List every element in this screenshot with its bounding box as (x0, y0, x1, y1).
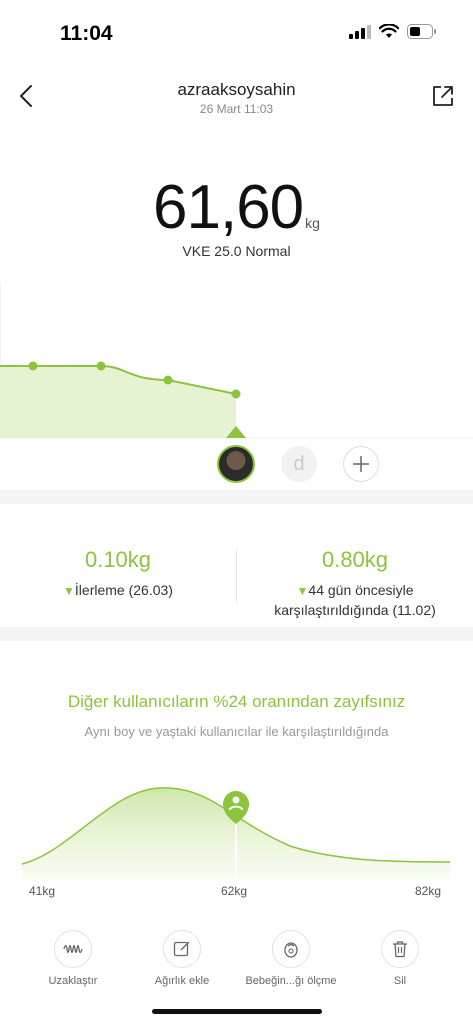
comparison-subtitle: Aynı boy ve yaştaki kullanıcılar ile kar… (84, 724, 389, 739)
action-bar: Uzaklaştır Ağırlık ekle Bebeğin...ğı ölç… (0, 930, 473, 1000)
status-time: 11:04 (60, 22, 113, 45)
battery-icon (407, 24, 436, 39)
edit-icon (173, 941, 190, 957)
down-triangle-icon: ▼ (63, 584, 75, 598)
weight-display: 61,60 kg (0, 172, 473, 243)
baby-weighing-button[interactable]: Bebeğin...ğı ölçme (236, 930, 346, 987)
comparison-title: Diğer kullanıcıların %24 oranından zayıf… (67, 692, 406, 711)
divider (0, 490, 473, 504)
comparison-label-line2: karşılaştırıldığında (11.02) (274, 602, 436, 618)
trend-point[interactable] (28, 361, 38, 371)
weight-value: 61,60 (153, 173, 304, 242)
share-button[interactable] (427, 80, 459, 112)
divider (0, 627, 473, 641)
home-indicator (152, 1009, 322, 1014)
user-name: azraaksoysahin (177, 80, 296, 99)
add-weight-label: Ağırlık ekle (154, 975, 210, 987)
user-selector: d (0, 444, 473, 488)
measurement-date: 26 Mart 11:03 (199, 102, 274, 116)
share-icon (433, 86, 453, 106)
user-avatar-d[interactable]: d (281, 446, 317, 482)
unassign-label: Uzaklaştır (48, 975, 98, 987)
baby-weighing-label: Bebeğin...ğı ölçme (245, 975, 337, 987)
trend-point[interactable] (231, 389, 241, 399)
progress-stat: 0.10kg ▼İlerleme (26.03) (0, 505, 236, 601)
add-user-button[interactable] (343, 446, 379, 482)
dist-min-label: 41kg (29, 884, 56, 898)
baby-icon (284, 942, 298, 958)
delete-button[interactable]: Sil (345, 930, 455, 987)
avatar[interactable] (217, 445, 255, 483)
trend-point[interactable] (96, 361, 106, 371)
weight-distribution-chart (21, 787, 451, 880)
weight-unit: kg (305, 215, 320, 231)
waveform-icon (63, 944, 83, 954)
comparison-stat: 0.80kg ▼44 gün öncesiyle karşılaştırıldı… (237, 505, 473, 620)
signal-icon (349, 24, 371, 39)
dist-mid-label: 62kg (221, 884, 248, 898)
progress-stats: 0.10kg ▼İlerleme (26.03) 0.80kg ▼44 gün … (0, 505, 473, 627)
dist-max-label: 82kg (415, 884, 442, 898)
comparison-label-line1: 44 gün öncesiyle (308, 582, 414, 598)
weight-trend-chart[interactable] (0, 282, 473, 442)
nav-bar: azraaksoysahin 26 Mart 11:03 (0, 70, 473, 130)
trend-area (0, 366, 236, 438)
status-bar: 11:04 (0, 0, 473, 60)
wifi-icon (379, 24, 399, 38)
add-weight-button[interactable]: Ağırlık ekle (127, 930, 237, 987)
progress-value: 0.10kg (84, 547, 152, 572)
plus-icon (353, 456, 369, 472)
delete-label: Sil (393, 975, 407, 987)
trend-point[interactable] (163, 375, 173, 385)
progress-label: İlerleme (26.03) (74, 582, 173, 598)
down-triangle-icon: ▼ (296, 584, 309, 598)
comparison-value: 0.80kg (321, 547, 389, 572)
status-icons (349, 24, 437, 39)
trash-icon (393, 941, 407, 958)
unassign-button[interactable]: Uzaklaştır (18, 930, 128, 987)
bmi-status: VKE 25.0 Normal (182, 243, 291, 259)
